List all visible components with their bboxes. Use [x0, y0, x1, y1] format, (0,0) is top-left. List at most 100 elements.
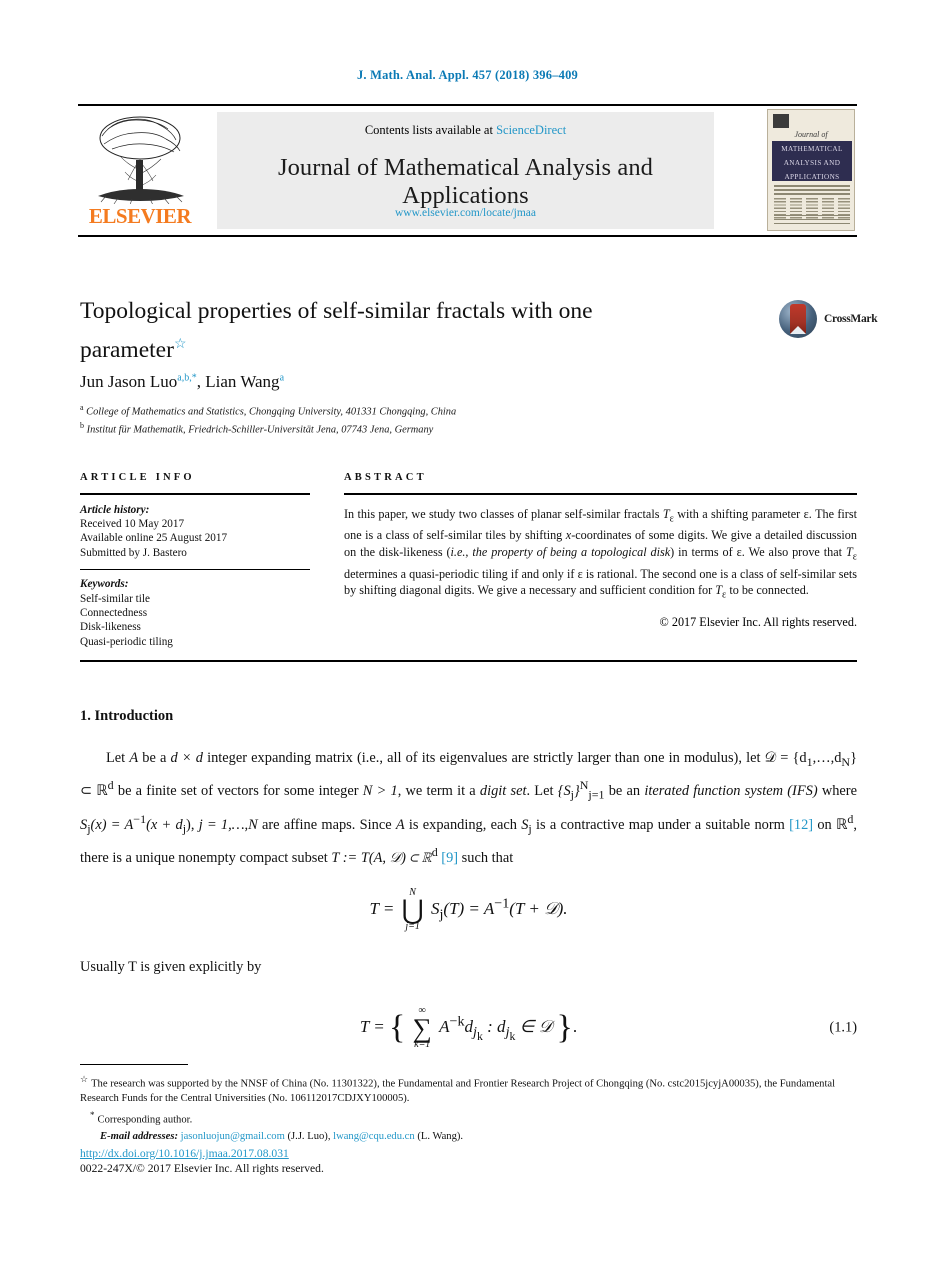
p1-seg-4: be a finite set of vectors for some inte… — [113, 783, 363, 800]
submitted-by: Submitted by J. Bastero — [80, 546, 187, 559]
cover-text-lines — [774, 185, 850, 197]
eq2-sum-operator: ∞ ∑ k=1 — [413, 1005, 432, 1050]
p2-text: Usually T is given explicitly by — [80, 959, 262, 976]
crossmark-badge[interactable]: CrossMark — [779, 300, 878, 340]
p1-symbol-T-def: T := T(A, 𝒟) ⊂ ℝ — [331, 849, 432, 866]
p1-symbol-N: N > 1 — [362, 783, 398, 800]
p1-symbol-A2: A — [395, 816, 405, 833]
p1-symbol-A: A — [129, 750, 139, 766]
affiliation-a-text: College of Mathematics and Statistics, C… — [86, 406, 457, 418]
keywords-rule — [80, 569, 310, 571]
keywords-block: Keywords: Self-similar tile Connectednes… — [80, 577, 310, 649]
p1-seg-9: are affine maps. Since — [257, 816, 396, 833]
journal-url-link[interactable]: www.elsevier.com/locate/jmaa — [217, 207, 714, 219]
eq2-d-sub: jk — [473, 1024, 483, 1043]
p1-seg-7: be an — [604, 783, 645, 800]
abstract-copyright: © 2017 Elsevier Inc. All rights reserved… — [659, 614, 857, 629]
eq2-lhs: T = — [359, 1016, 385, 1036]
cover-footer-lines — [774, 215, 850, 225]
abstract-heading: ABSTRACT — [344, 472, 427, 483]
footnote-star-icon: ☆ — [80, 1074, 89, 1084]
p1-set-D: 𝒟 = {d — [764, 750, 807, 766]
eq1-union-operator: N ⋃ j=1 — [402, 888, 424, 932]
keyword-item: Connectedness — [80, 607, 148, 620]
eq2-colon-sub: jk — [506, 1024, 516, 1043]
author-list: Jun Jason Luoa,b,*, Lian Wanga — [80, 372, 284, 392]
footnote-funding-text: The research was supported by the NNSF o… — [80, 1078, 836, 1105]
p1-eq-part4: ), — [186, 816, 199, 833]
article-info-heading: ARTICLE INFO — [80, 472, 195, 483]
issn-copyright: 0022-247X/© 2017 Elsevier Inc. All right… — [80, 1162, 324, 1175]
citation-ref-9[interactable]: [9] — [441, 850, 458, 866]
title-footnote-star-icon[interactable]: ☆ — [174, 337, 187, 352]
abstract-seg-6: to be connected. — [726, 583, 809, 598]
page-title: Topological properties of self-similar f… — [80, 294, 700, 367]
p1-symbol-dxd: d × d — [170, 750, 203, 766]
doi-link[interactable]: http://dx.doi.org/10.1016/j.jmaa.2017.08… — [80, 1146, 324, 1161]
email-addresses-label: E-mail addresses: — [100, 1130, 178, 1142]
keyword-item: Self-similar tile — [80, 592, 150, 605]
sciencedirect-link[interactable]: ScienceDirect — [496, 123, 566, 137]
cover-band-line-3: APPLICATIONS — [784, 173, 840, 181]
p1-symbol-T-dim: d — [431, 844, 438, 859]
p1-eq-inverse: −1 — [133, 811, 147, 826]
equation-1-1: T = { ∞ ∑ k=1 A−kdjk : djk ∈ 𝒟 }. (1.1) — [80, 1005, 857, 1050]
eq2-d: d — [464, 1016, 474, 1036]
abstract-seg-4: ) in terms of ε. We also prove that — [670, 544, 846, 559]
affiliation-a: a College of Mathematics and Statistics,… — [80, 401, 780, 419]
email-2-owner: (L. Wang). — [417, 1130, 464, 1142]
running-head: J. Math. Anal. Appl. 457 (2018) 396–409 — [356, 68, 578, 82]
footnote-corresponding-text: Corresponding author. — [97, 1114, 193, 1126]
p1-seg-8: where — [817, 783, 857, 800]
eq2-right-brace: } — [556, 1008, 573, 1046]
p1-ifs-subj1: j=1 — [588, 788, 605, 803]
masthead-rule-top — [78, 104, 857, 106]
p1-set-D-mid: ,…,d — [812, 750, 842, 766]
abstract-symbol-T2: T — [845, 544, 853, 559]
author-2-affiliation-marks[interactable]: a — [280, 372, 284, 383]
received-date: Received 10 May 2017 — [80, 518, 185, 530]
intro-paragraph-2: Usually T is given explicitly by — [80, 956, 857, 980]
eq2-membership: ∈ 𝒟 — [515, 1016, 553, 1036]
keyword-item: Disk-likeness — [80, 621, 141, 634]
cover-band-line-2: ANALYSIS AND — [783, 159, 841, 167]
equation-number-1-1: (1.1) — [829, 1019, 857, 1036]
p1-eq-jrange: j = 1,…,N — [198, 816, 258, 833]
email-link-1[interactable]: jasonluojun@gmail.com — [181, 1131, 285, 1142]
p1-seg-1: Let — [106, 750, 130, 766]
elsevier-logo: ELSEVIER — [80, 112, 200, 230]
footnote-asterisk-icon: * — [90, 1109, 95, 1120]
contents-line: Contents lists available at ScienceDirec… — [217, 123, 714, 138]
abstract-rule — [344, 493, 857, 495]
email-link-2[interactable]: lwang@cqu.edu.cn — [333, 1131, 415, 1142]
journal-cover-thumbnail: Journal of MATHEMATICAL ANALYSIS AND APP… — [767, 109, 855, 231]
footnote-funding: ☆ The research was supported by the NNSF … — [80, 1072, 857, 1107]
crossmark-label: CrossMark — [824, 313, 878, 325]
p1-set-D-subN: N — [841, 754, 851, 769]
p1-ifs-open: {S — [557, 783, 571, 800]
eq1-rhs-sup: −1 — [494, 895, 510, 912]
email-1-owner: (J.J. Luo), — [287, 1130, 331, 1142]
article-info-rule — [80, 493, 310, 495]
keyword-item: Quasi-periodic tiling — [80, 635, 173, 648]
article-info-column: ARTICLE INFO Article history: Received 1… — [80, 472, 310, 649]
crossmark-notch-shape — [790, 326, 806, 334]
abstract-symbol-T2-sub: ε — [852, 551, 857, 563]
affiliation-a-mark: a — [80, 403, 84, 412]
eq2-A-sup: −k — [449, 1013, 465, 1030]
author-1-affiliation-marks[interactable]: a,b,* — [177, 372, 196, 383]
contents-prefix: Contents lists available at — [364, 123, 493, 137]
p1-term-ifs: iterated function system (IFS) — [644, 783, 818, 800]
cover-publisher-mark — [773, 114, 789, 128]
p1-seg-14: such that — [458, 849, 514, 866]
paper-page: J. Math. Anal. Appl. 457 (2018) 396–409 — [0, 0, 935, 1266]
cover-journal-of-label: Journal of — [794, 130, 828, 139]
intro-paragraph-1: Let A be a d × d integer expanding matri… — [80, 747, 857, 870]
footnote-emails: E-mail addresses: jasonluojun@gmail.com … — [80, 1130, 857, 1145]
citation-ref-12[interactable]: [12] — [789, 816, 813, 832]
body-section: 1. Introduction Let A be a d × d integer… — [80, 708, 857, 1050]
p1-seg-6: . Let — [526, 783, 558, 800]
footnote-rule — [80, 1064, 188, 1066]
affiliation-b-mark: b — [80, 421, 84, 431]
abstract-text: In this paper, we study two classes of p… — [344, 506, 857, 604]
